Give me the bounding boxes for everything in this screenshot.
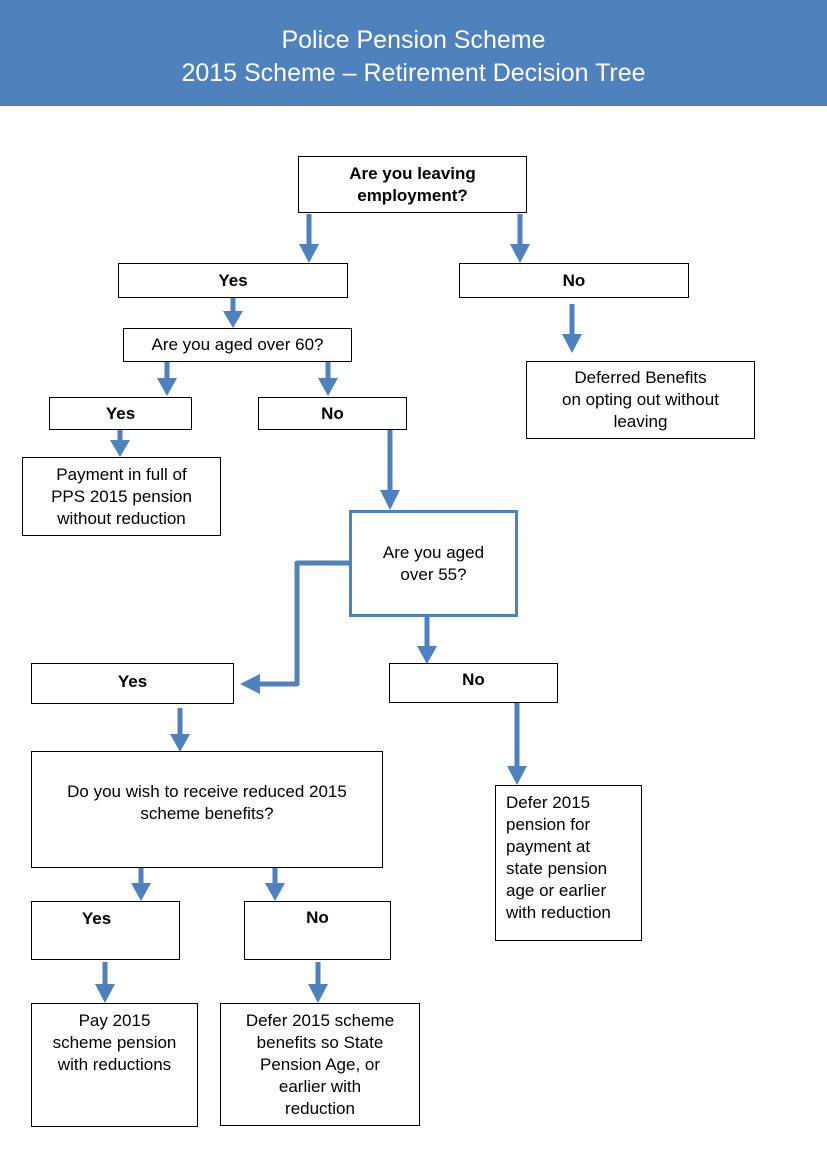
answer-over-55-no-text: No bbox=[462, 670, 485, 689]
arrow-yes-to-pay-with-reductions bbox=[95, 962, 115, 1003]
answer-over-60-no: No bbox=[258, 397, 407, 430]
question-aged-over-55-line1: Are you aged bbox=[382, 542, 485, 562]
arrow-no-to-deferred-benefits bbox=[562, 304, 582, 353]
outcome-defer-scheme-benefits-line3: Pension Age, or bbox=[259, 1055, 381, 1074]
question-leaving-employment: Are you leaving employment? bbox=[298, 156, 527, 213]
question-reduced-benefits: Do you wish to receive reduced 2015 sche… bbox=[31, 751, 383, 868]
answer-reduced-no-text: No bbox=[306, 908, 329, 927]
outcome-payment-in-full-line3: without reduction bbox=[57, 508, 186, 528]
arrow-reduced-to-no bbox=[265, 868, 285, 901]
arrow-yes-to-aged-over-60 bbox=[223, 298, 243, 328]
outcome-defer-scheme-benefits-line5: reduction bbox=[285, 1099, 355, 1118]
answer-over-60-no-text: No bbox=[321, 403, 344, 423]
outcome-defer-state-pension-line1: Defer 2015 bbox=[506, 793, 591, 812]
arrow-leaving-to-yes bbox=[299, 214, 319, 263]
outcome-defer-state-pension-line4: state pension bbox=[506, 859, 608, 878]
outcome-defer-state-pension-line6: with reduction bbox=[506, 903, 611, 922]
arrow-yes-to-payment-in-full bbox=[110, 430, 130, 457]
arrow-no-to-defer-state-pension bbox=[507, 703, 527, 785]
outcome-pay-with-reductions-line3: with reductions bbox=[57, 1055, 172, 1074]
outcome-pay-with-reductions: Pay 2015 scheme pension with reductions bbox=[31, 1003, 198, 1127]
answer-over-55-yes: Yes bbox=[31, 663, 234, 704]
arrow-over-60-to-no bbox=[318, 362, 338, 396]
answer-over-60-yes: Yes bbox=[49, 397, 192, 430]
outcome-defer-scheme-benefits: Defer 2015 scheme benefits so State Pens… bbox=[220, 1003, 420, 1126]
answer-leaving-no-text: No bbox=[562, 270, 586, 290]
outcome-defer-state-pension-line5: age or earlier bbox=[506, 881, 607, 900]
title-line-1: Police Pension Scheme bbox=[281, 26, 546, 54]
outcome-deferred-benefits-line3: leaving bbox=[613, 412, 668, 431]
outcome-defer-scheme-benefits-line4: earlier with bbox=[278, 1077, 362, 1096]
outcome-deferred-benefits-line2: on opting out without bbox=[562, 390, 719, 409]
arrow-over-55-to-no bbox=[417, 616, 437, 664]
question-aged-over-60: Are you aged over 60? bbox=[123, 328, 352, 362]
outcome-payment-in-full-line2: PPS 2015 pension bbox=[51, 486, 192, 506]
arrow-yes-to-reduced-benefits bbox=[170, 708, 190, 752]
title-line-2: 2015 Scheme – Retirement Decision Tree bbox=[181, 59, 646, 87]
outcome-defer-state-pension-line3: payment at bbox=[506, 837, 591, 856]
outcome-pay-with-reductions-line1: Pay 2015 bbox=[78, 1011, 151, 1030]
outcome-deferred-benefits: Deferred Benefits on opting out without … bbox=[526, 361, 755, 439]
outcome-deferred-benefits-line1: Deferred Benefits bbox=[574, 368, 707, 387]
arrow-over-60-to-yes bbox=[157, 362, 177, 396]
answer-leaving-no: No bbox=[459, 263, 689, 298]
arrow-no-to-aged-over-55 bbox=[380, 430, 400, 510]
question-aged-over-55-line2: over 55? bbox=[400, 564, 467, 584]
answer-over-60-yes-text: Yes bbox=[105, 403, 136, 423]
answer-reduced-yes: Yes bbox=[31, 901, 180, 960]
title-banner: Police Pension Scheme 2015 Scheme – Reti… bbox=[0, 0, 827, 106]
answer-reduced-no: No bbox=[244, 901, 391, 960]
outcome-defer-scheme-benefits-line1: Defer 2015 scheme bbox=[245, 1011, 395, 1030]
question-reduced-benefits-line2: scheme benefits? bbox=[140, 804, 274, 823]
arrow-no-to-defer-scheme-benefits bbox=[308, 962, 328, 1003]
question-leaving-employment-text: Are you leaving employment? bbox=[349, 163, 476, 205]
arrow-over-55-to-yes bbox=[240, 560, 351, 694]
question-reduced-benefits-line1: Do you wish to receive reduced 2015 bbox=[67, 782, 347, 801]
answer-leaving-yes-text: Yes bbox=[218, 270, 248, 290]
question-aged-over-55: Are you aged over 55? bbox=[349, 510, 518, 617]
outcome-defer-scheme-benefits-line2: benefits so State bbox=[256, 1033, 384, 1052]
answer-leaving-yes: Yes bbox=[118, 263, 348, 298]
outcome-payment-in-full: Payment in full of PPS 2015 pension with… bbox=[22, 457, 221, 536]
outcome-defer-state-pension-line2: pension for bbox=[506, 815, 591, 834]
outcome-defer-state-pension: Defer 2015 pension for payment at state … bbox=[495, 785, 642, 941]
answer-reduced-yes-text: Yes bbox=[81, 909, 112, 928]
outcome-pay-with-reductions-line2: scheme pension bbox=[52, 1033, 177, 1052]
arrow-leaving-to-no bbox=[510, 214, 530, 263]
question-aged-over-60-text: Are you aged over 60? bbox=[151, 335, 324, 354]
outcome-payment-in-full-line1: Payment in full of bbox=[56, 464, 187, 484]
answer-over-55-yes-text: Yes bbox=[117, 672, 148, 691]
answer-over-55-no: No bbox=[389, 663, 558, 703]
arrow-reduced-to-yes bbox=[131, 868, 151, 901]
